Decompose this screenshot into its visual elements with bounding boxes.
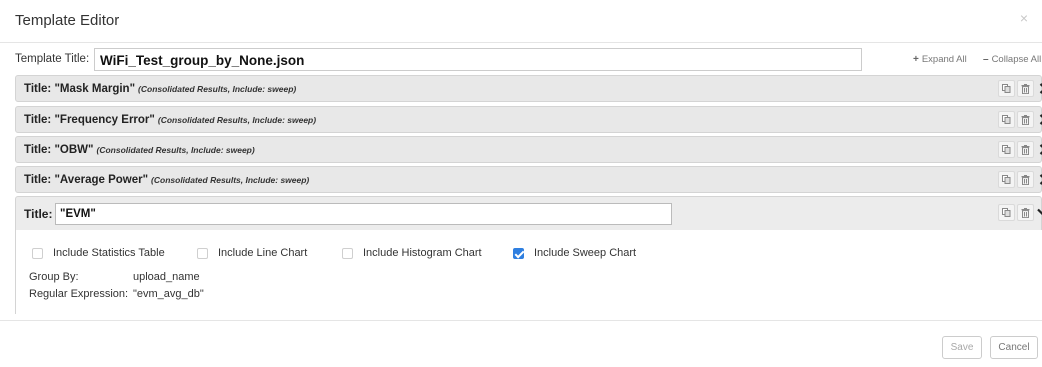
copy-icon[interactable] [998,141,1015,158]
template-title-input[interactable] [94,48,862,71]
checkbox-box-checked[interactable] [513,247,524,259]
panel-title-prefix: Title: [24,174,55,186]
collapse-all-button[interactable]: – Collapse All [983,54,1041,65]
evm-title-input[interactable] [55,203,672,225]
panel-title: Title: "Mask Margin" (Consolidated Result… [24,83,296,95]
trash-icon[interactable] [1017,141,1034,158]
group-by-label: Group By: [29,271,79,283]
chevron-right-icon[interactable] [1036,80,1042,97]
panel-title: Title: "OBW" (Consolidated Results, Inclu… [24,144,255,156]
collapse-all-label: Collapse All [991,54,1042,65]
group-by-value: upload_name [133,271,200,283]
panel-title-name: "Mask Margin" [54,83,136,95]
include-statistics-table-checkbox[interactable]: Include Statistics Table [32,245,165,261]
include-line-chart-checkbox[interactable]: Include Line Chart [197,245,307,261]
panel-title-prefix: Title: [24,83,55,95]
chevron-right-icon[interactable] [1036,171,1042,188]
chevron-right-icon[interactable] [1036,111,1042,128]
panel-header-obw[interactable]: Title: "OBW" (Consolidated Results, Inclu… [15,136,1042,163]
panel-subtitle: (Consolidated Results, Include: sweep) [96,145,255,155]
panel-title-prefix: Title: [24,144,55,156]
panel-header-mask-margin[interactable]: Title: "Mask Margin" (Consolidated Result… [15,75,1042,102]
copy-icon[interactable] [998,80,1015,97]
checkbox-box[interactable] [32,247,43,259]
trash-icon[interactable] [1017,204,1034,221]
copy-icon[interactable] [998,171,1015,188]
checkbox-box[interactable] [197,247,208,259]
checkbox-label: Include Line Chart [218,247,308,259]
trash-icon[interactable] [1017,171,1034,188]
template-editor-modal: Template Editor × Template Title: +Expan… [0,0,1042,367]
panel-title: Title: "Frequency Error" (Consolidated Re… [24,114,316,126]
panel-title-name: "Average Power" [54,174,149,186]
checkbox-box[interactable] [342,247,353,259]
plus-icon: + [913,54,919,65]
trash-icon[interactable] [1017,80,1034,97]
panel-header-evm[interactable]: Title: [15,196,1042,231]
panel-title: Title: "Average Power" (Consolidated Resu… [24,174,309,186]
modal-header: Template Editor × [0,0,1042,43]
include-sweep-chart-checkbox[interactable]: Include Sweep Chart [513,245,636,261]
footer-divider [0,320,1042,321]
panel-subtitle: (Consolidated Results, Include: sweep) [138,84,297,94]
include-options: Include Statistics Table Include Line Ch… [32,245,832,261]
trash-icon[interactable] [1017,111,1034,128]
evm-title-label: Title: [24,207,53,221]
panel-header-average-power[interactable]: Title: "Average Power" (Consolidated Resu… [15,166,1042,193]
panel-title-name: "OBW" [54,144,94,156]
include-histogram-chart-checkbox[interactable]: Include Histogram Chart [342,245,482,261]
close-icon[interactable]: × [1020,11,1028,25]
regex-label: Regular Expression: [29,288,129,300]
minus-icon: – [983,54,989,65]
panel-subtitle: (Consolidated Results, Include: sweep) [151,175,310,185]
checkbox-label: Include Histogram Chart [363,247,482,259]
cancel-button[interactable]: Cancel [990,336,1038,359]
copy-icon[interactable] [998,204,1015,221]
checkbox-label: Include Statistics Table [53,247,165,259]
regex-value: "evm_avg_db" [133,288,204,300]
panel-title-name: "Frequency Error" [54,114,155,126]
evm-panel-body: Include Statistics Table Include Line Ch… [15,230,1042,314]
save-button[interactable]: Save [942,336,982,359]
copy-icon[interactable] [998,111,1015,128]
chevron-down-icon[interactable] [1036,204,1042,221]
template-title-row: Template Title: +Expand All –Collapse Al… [15,48,1042,72]
expand-all-button[interactable]: + Expand All [913,54,967,65]
chevron-right-icon[interactable] [1036,141,1042,158]
panel-title-prefix: Title: [24,114,55,126]
checkbox-label: Include Sweep Chart [534,247,637,259]
modal-title: Template Editor [15,12,120,29]
expand-all-label: Expand All [921,54,967,65]
panel-subtitle: (Consolidated Results, Include: sweep) [157,115,317,125]
template-title-label: Template Title: [15,53,90,65]
panel-header-frequency-error[interactable]: Title: "Frequency Error" (Consolidated Re… [15,106,1042,133]
